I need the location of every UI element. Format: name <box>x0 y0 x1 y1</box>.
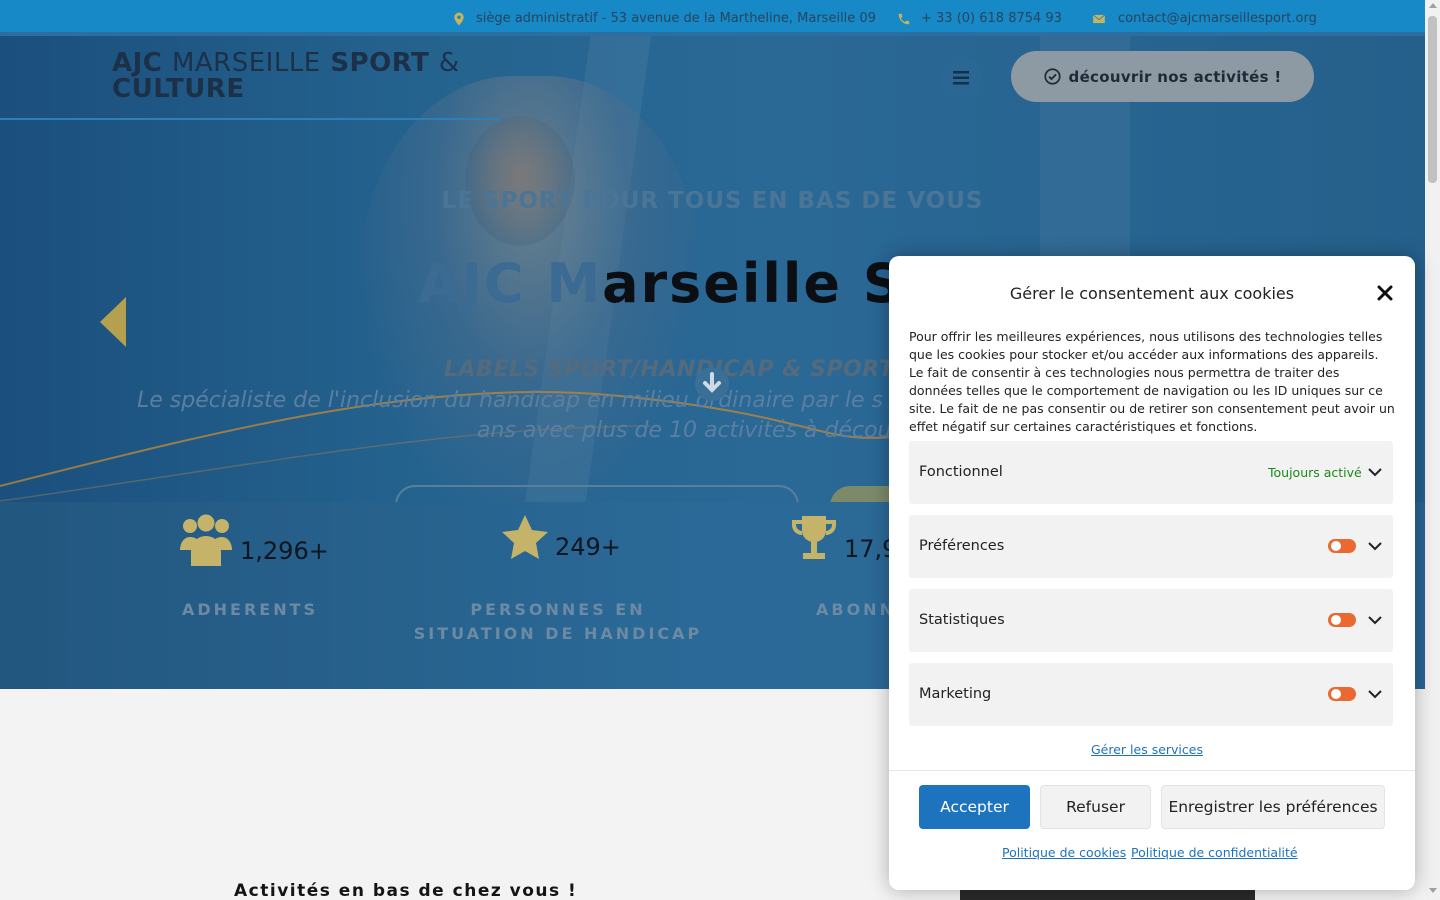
stat-number: 1,296+ <box>240 537 329 565</box>
logo-sport: SPORT <box>330 48 430 78</box>
chevron-down-icon[interactable] <box>1368 688 1382 700</box>
hamburger-icon <box>953 71 969 85</box>
chevron-down-icon[interactable] <box>1368 466 1382 478</box>
scroll-down-icon[interactable] <box>694 366 730 402</box>
stat-label: ADHERENTS <box>150 598 350 622</box>
refuse-button[interactable]: Refuser <box>1040 785 1151 829</box>
preferences-toggle[interactable] <box>1328 539 1356 553</box>
scrollbar-thumb[interactable] <box>1428 16 1437 183</box>
hero-description-line1: Le spécialiste de l'inclusion du handica… <box>137 388 883 413</box>
trophy-icon <box>792 516 836 559</box>
stat-handicap: 249+ <box>501 514 621 562</box>
statistics-toggle[interactable] <box>1328 613 1356 627</box>
stat-label-line1: ADHERENTS <box>181 600 319 619</box>
hero-labels: LABELS SPORT/HANDICAP & SPORT/ <box>444 357 903 382</box>
stat-adherents: 1,296+ <box>178 514 329 566</box>
stat-label-line2: SITUATION DE HANDICAP <box>413 624 703 643</box>
stat-number: 249+ <box>555 533 621 561</box>
category-statistiques[interactable]: Statistiques <box>909 589 1393 652</box>
activities-section-title: Activités en bas de chez vous ! <box>234 881 578 900</box>
cookie-consent-dialog: Gérer le consentement aux cookies Pour o… <box>889 256 1415 890</box>
category-fonctionnel[interactable]: Fonctionnel Toujours activé <box>909 441 1393 504</box>
top-info-bar: siège administratif - 53 avenue de la Ma… <box>0 0 1425 36</box>
star-icon <box>502 515 548 559</box>
menu-button[interactable] <box>940 57 982 99</box>
hero-title-faded: AJC M <box>418 252 603 315</box>
phone-info[interactable]: + 33 (0) 618 8754 93 <box>897 11 1062 26</box>
category-name: Fonctionnel <box>919 464 1003 480</box>
users-group-icon <box>180 514 232 566</box>
header-underline <box>0 118 500 120</box>
chevron-down-icon[interactable] <box>1368 614 1382 626</box>
logo-ampersand: & <box>438 48 460 78</box>
stat-abonnes: 17,9 <box>790 514 897 564</box>
cookie-dialog-text: Pour offrir les meilleures expériences, … <box>909 329 1395 434</box>
envelope-icon <box>1092 14 1106 23</box>
category-marketing[interactable]: Marketing <box>909 663 1393 726</box>
cookie-policy-link[interactable]: Politique de cookies <box>1002 845 1126 860</box>
phone-text: + 33 (0) 618 8754 93 <box>921 11 1062 26</box>
category-preferences[interactable]: Préférences <box>909 515 1393 578</box>
category-name: Marketing <box>919 686 992 702</box>
divider <box>889 770 1415 771</box>
hero-description-line2: ans avec plus de 10 activités à décou <box>477 418 892 443</box>
privacy-policy-link[interactable]: Politique de confidentialité <box>1131 845 1298 860</box>
close-icon[interactable] <box>1377 285 1393 301</box>
save-preferences-button[interactable]: Enregistrer les préférences <box>1161 785 1385 829</box>
map-pin-icon <box>454 12 464 25</box>
manage-services-link[interactable]: Gérer les services <box>889 742 1405 757</box>
marketing-toggle[interactable] <box>1328 687 1356 701</box>
scroll-down-arrow-icon[interactable] <box>1429 888 1437 893</box>
check-circle-icon <box>1043 68 1061 85</box>
site-logo[interactable]: AJC MARSEILLE SPORT & CULTURE <box>112 50 460 102</box>
slider-prev-arrow-icon[interactable] <box>96 295 130 349</box>
cta-label: découvrir nos activités ! <box>1068 67 1282 86</box>
cookie-dialog-title: Gérer le consentement aux cookies <box>1009 284 1295 303</box>
stat-label: PERSONNES EN SITUATION DE HANDICAP <box>408 598 708 646</box>
address-info: siège administratif - 53 avenue de la Ma… <box>452 11 876 26</box>
category-name: Statistiques <box>919 612 1005 628</box>
always-active-label: Toujours activé <box>1268 465 1362 480</box>
stat-label-line1: PERSONNES EN <box>470 600 646 619</box>
scroll-up-arrow-icon[interactable] <box>1429 3 1437 8</box>
athlete-head <box>465 116 575 246</box>
phone-icon <box>898 13 910 24</box>
category-name: Préférences <box>919 538 1005 554</box>
email-info[interactable]: contact@ajcmarseillesport.org <box>1090 11 1317 26</box>
email-text: contact@ajcmarseillesport.org <box>1118 11 1317 26</box>
chevron-down-icon[interactable] <box>1368 540 1382 552</box>
accept-button[interactable]: Accepter <box>919 785 1030 829</box>
discover-activities-button[interactable]: découvrir nos activités ! <box>1011 51 1314 102</box>
hero-title: AJC Marseille Sp <box>418 252 944 315</box>
hero-tagline: LE SPORT POUR TOUS EN BAS DE VOUS <box>441 188 984 214</box>
address-text: siège administratif - 53 avenue de la Ma… <box>476 11 876 26</box>
logo-culture: CULTURE <box>112 74 245 104</box>
